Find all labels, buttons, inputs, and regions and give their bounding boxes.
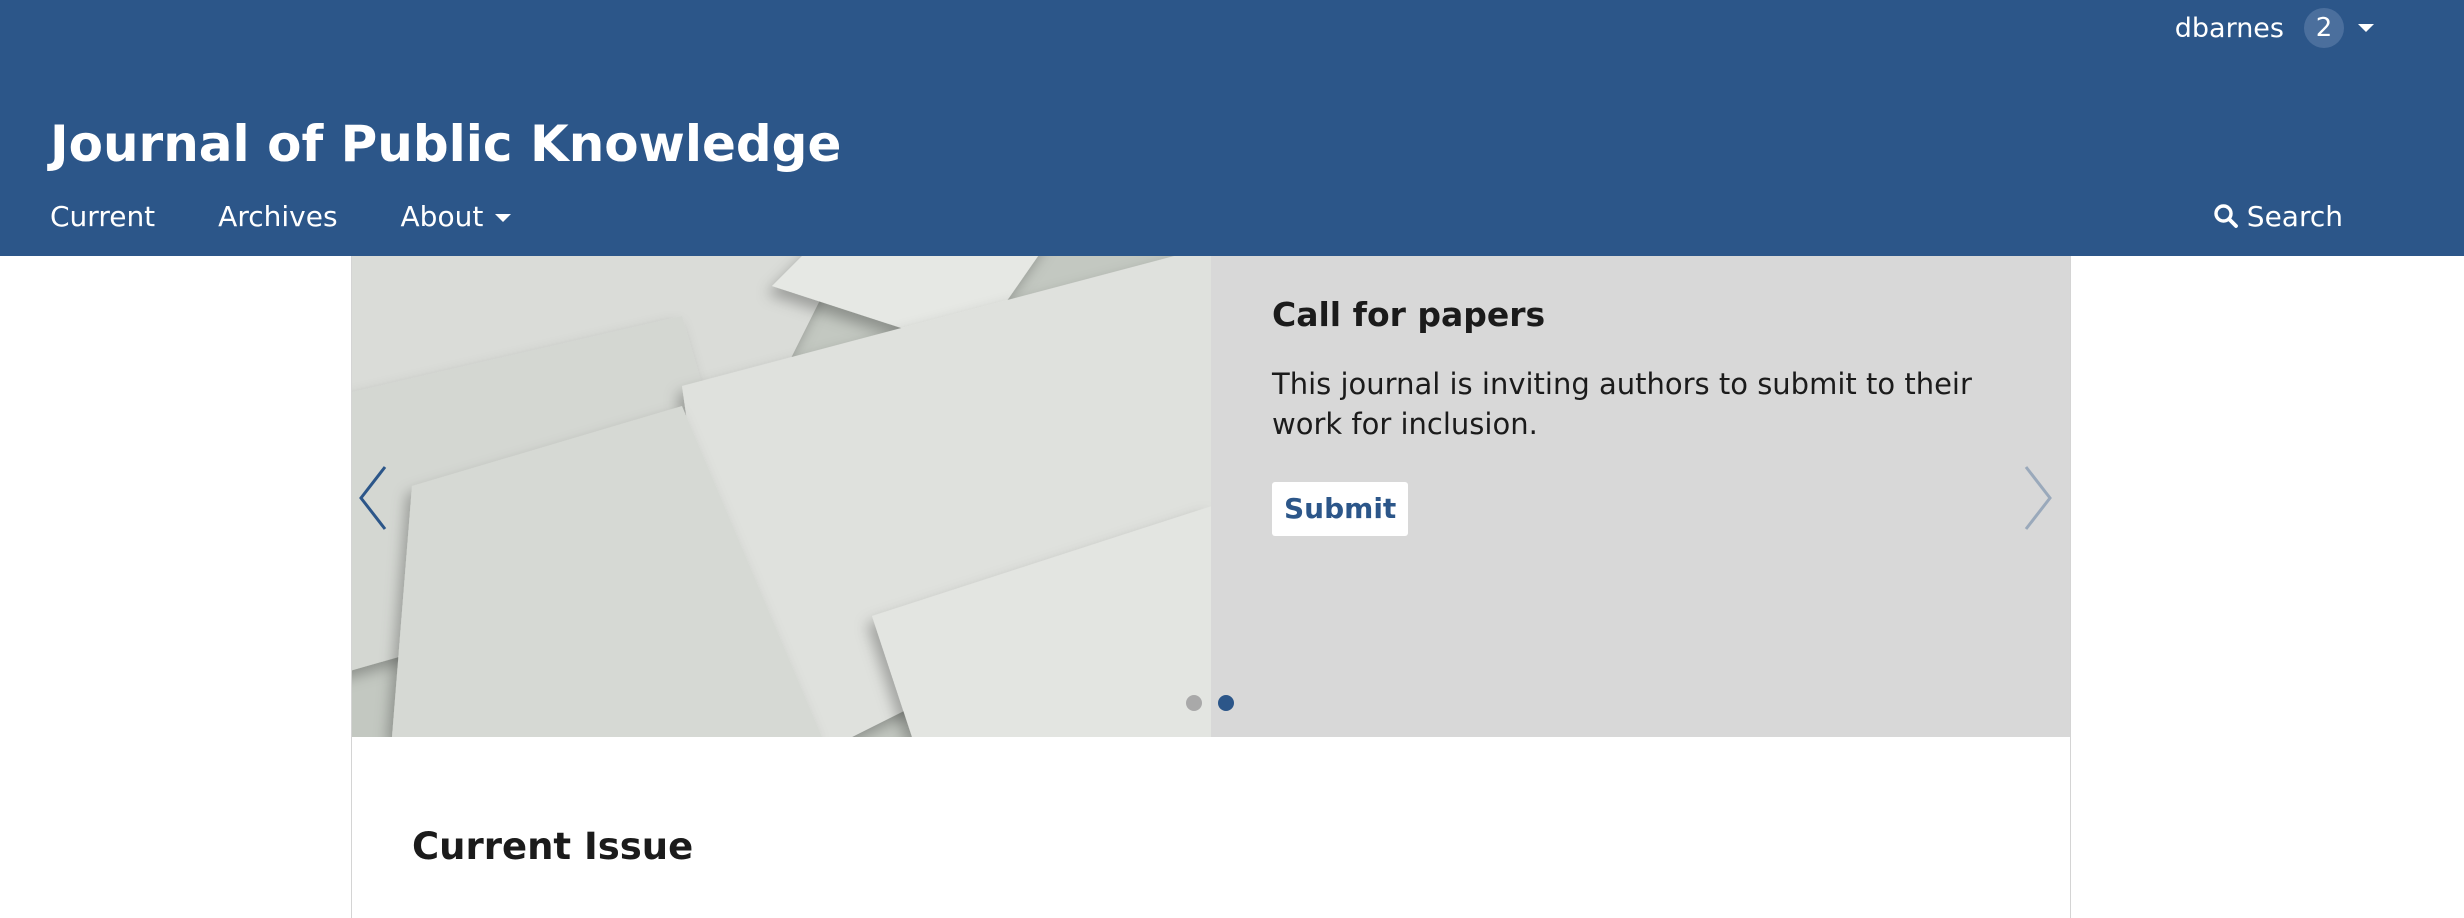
- carousel-dot-1[interactable]: [1186, 695, 1202, 711]
- primary-nav: Current Archives About: [50, 196, 574, 236]
- main-content: Call for papers This journal is inviting…: [351, 256, 2071, 918]
- search-icon: [2214, 204, 2238, 228]
- site-title[interactable]: Journal of Public Knowledge: [50, 112, 841, 176]
- section-title-current-issue: Current Issue: [412, 825, 694, 868]
- username[interactable]: dbarnes: [2175, 13, 2284, 44]
- nav-item-label: Current: [50, 199, 156, 233]
- search-label: Search: [2246, 199, 2343, 233]
- submit-button[interactable]: Submit: [1272, 482, 1409, 536]
- nav-item-archives[interactable]: Archives: [218, 200, 337, 233]
- slide-heading: Call for papers: [1272, 295, 1546, 334]
- nav-item-about[interactable]: About: [401, 200, 512, 233]
- slide-image: [352, 256, 1211, 737]
- nav-item-label: About: [400, 199, 484, 233]
- chevron-down-icon: [495, 214, 512, 222]
- carousel-dot-2[interactable]: [1218, 695, 1234, 711]
- nav-item-current[interactable]: Current: [50, 200, 155, 233]
- notification-badge[interactable]: 2: [2304, 8, 2344, 48]
- search-link[interactable]: Search: [2213, 196, 2343, 236]
- paper-stack-image: [352, 256, 1211, 737]
- slide-caption: Call for papers This journal is inviting…: [1272, 292, 2012, 536]
- nav-item-label: Archives: [218, 199, 338, 233]
- slide-body: This journal is inviting authors to subm…: [1272, 367, 1972, 441]
- carousel: Call for papers This journal is inviting…: [352, 256, 2070, 737]
- chevron-right-icon[interactable]: [2018, 463, 2058, 533]
- chevron-left-icon[interactable]: [355, 463, 395, 533]
- site-header: dbarnes 2 Journal of Public Knowledge Cu…: [0, 0, 2464, 256]
- chevron-down-icon[interactable]: [2358, 24, 2374, 32]
- user-menu[interactable]: dbarnes 2: [2175, 8, 2374, 48]
- carousel-indicators: [1186, 695, 1250, 711]
